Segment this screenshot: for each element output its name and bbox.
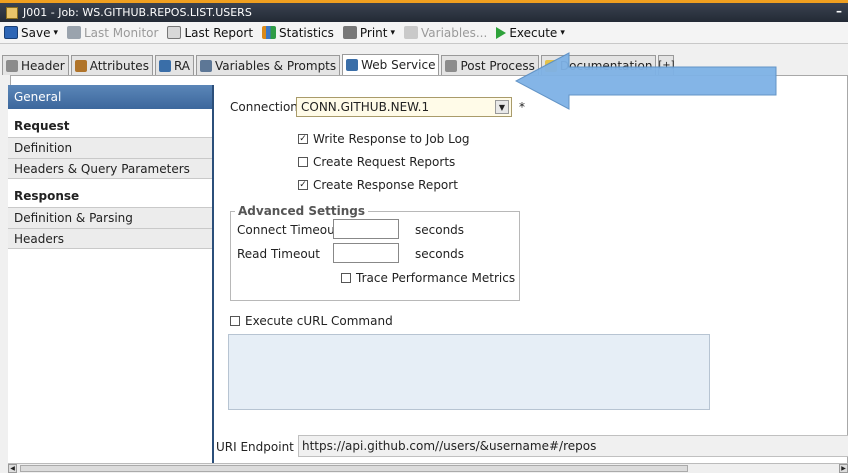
- create-request-reports-checkbox[interactable]: Create Request Reports: [298, 155, 455, 169]
- sidebar-item-headers-query[interactable]: Headers & Query Parameters: [8, 158, 212, 179]
- write-response-label: Write Response to Job Log: [313, 132, 470, 146]
- advanced-settings-group: Advanced Settings Connect Timeout second…: [230, 204, 520, 301]
- sidebar-heading-request: Request: [14, 119, 70, 133]
- read-timeout-label: Read Timeout: [237, 247, 320, 261]
- last-monitor-label: Last Monitor: [84, 25, 159, 40]
- print-button[interactable]: Print ▾: [342, 25, 396, 40]
- web-service-icon: [346, 59, 359, 71]
- attributes-icon: [74, 59, 87, 72]
- report-icon: [167, 26, 182, 39]
- tab-attributes[interactable]: Attributes: [70, 55, 153, 75]
- monitor-icon: [67, 26, 81, 39]
- last-report-label: Last Report: [184, 25, 254, 40]
- checkbox-checked-icon: ✓: [298, 134, 308, 144]
- callout-arrow-icon: [515, 52, 777, 110]
- create-request-reports-label: Create Request Reports: [313, 155, 456, 169]
- scrollbar-thumb[interactable]: [20, 465, 688, 472]
- sidebar-item-general[interactable]: General: [8, 85, 212, 109]
- uri-endpoint-label: URI Endpoint: [216, 440, 294, 454]
- connect-timeout-input[interactable]: [333, 219, 399, 239]
- save-label: Save: [21, 25, 51, 40]
- checkbox-unchecked-icon: [230, 316, 240, 326]
- curl-command-textarea[interactable]: [228, 334, 710, 410]
- chevron-down-icon[interactable]: ▼: [495, 100, 509, 114]
- tab-header[interactable]: Header: [2, 55, 69, 75]
- play-icon: [496, 26, 507, 39]
- last-monitor-button[interactable]: Last Monitor: [67, 26, 158, 40]
- tab-web-service[interactable]: Web Service: [342, 54, 440, 75]
- execute-curl-checkbox[interactable]: Execute cURL Command: [230, 314, 393, 328]
- uri-endpoint-field: https://api.github.com//users/&username#…: [298, 435, 848, 457]
- execute-label: Execute: [509, 25, 558, 40]
- toolbar: Save ▾ Last Monitor Last Report Statisti…: [0, 22, 848, 44]
- window-title-bar: J001 - Job: WS.GITHUB.REPOS.LIST.USERS –: [0, 0, 848, 22]
- variables-icon: [200, 59, 213, 72]
- connection-value: CONN.GITHUB.NEW.1: [301, 100, 430, 114]
- trace-performance-label: Trace Performance Metrics: [356, 271, 516, 285]
- connection-label: Connection: [230, 100, 298, 114]
- tab-label: Variables & Prompts: [215, 58, 337, 73]
- window-title: J001 - Job: WS.GITHUB.REPOS.LIST.USERS: [23, 6, 252, 19]
- tab-label: RA: [173, 58, 191, 73]
- uri-endpoint-value: https://api.github.com//users/&username#…: [302, 439, 597, 453]
- ra-icon: [158, 59, 171, 72]
- header-icon: [6, 59, 18, 72]
- main-panel: Connection CONN.GITHUB.NEW.1 ▼ * ✓ Write…: [216, 85, 848, 463]
- connection-select[interactable]: CONN.GITHUB.NEW.1 ▼: [296, 97, 512, 117]
- tab-label: Attributes: [89, 58, 149, 73]
- variables-label: Variables...: [421, 25, 488, 40]
- post-process-icon: [445, 59, 458, 72]
- execute-button[interactable]: Execute ▾: [496, 26, 565, 40]
- printer-icon: [342, 26, 357, 39]
- seconds-label: seconds: [415, 247, 465, 261]
- scroll-right-icon[interactable]: ▶: [839, 464, 848, 473]
- write-response-checkbox[interactable]: ✓ Write Response to Job Log: [298, 132, 470, 146]
- tab-label: Web Service: [361, 58, 436, 72]
- variables-button[interactable]: Variables...: [404, 26, 487, 40]
- trace-performance-checkbox[interactable]: Trace Performance Metrics: [341, 271, 515, 285]
- create-response-report-label: Create Response Report: [313, 178, 458, 192]
- execute-curl-label: Execute cURL Command: [245, 314, 393, 328]
- checkbox-unchecked-icon: [298, 157, 308, 167]
- sidebar-item-headers[interactable]: Headers: [8, 228, 212, 249]
- last-report-button[interactable]: Last Report: [167, 26, 253, 40]
- minimize-button[interactable]: –: [836, 4, 842, 18]
- seconds-label: seconds: [415, 223, 465, 237]
- sidebar-item-definition[interactable]: Definition: [8, 137, 212, 158]
- save-icon: [4, 26, 18, 39]
- read-timeout-input[interactable]: [333, 243, 399, 263]
- chevron-down-icon[interactable]: ▾: [560, 28, 565, 38]
- save-button[interactable]: Save ▾: [4, 26, 58, 40]
- horizontal-scrollbar[interactable]: ◀ ▶: [8, 463, 848, 473]
- sidebar: General Request Definition Headers & Que…: [8, 85, 214, 463]
- sidebar-heading-response: Response: [14, 189, 80, 203]
- statistics-label: Statistics: [279, 25, 334, 40]
- job-icon: [6, 6, 18, 19]
- chevron-down-icon[interactable]: ▾: [53, 28, 58, 38]
- statistics-button[interactable]: Statistics: [262, 26, 334, 40]
- advanced-settings-title: Advanced Settings: [235, 204, 369, 218]
- sidebar-item-definition-parsing[interactable]: Definition & Parsing: [8, 207, 212, 228]
- create-response-report-checkbox[interactable]: ✓ Create Response Report: [298, 178, 458, 192]
- scroll-left-icon[interactable]: ◀: [8, 464, 17, 473]
- checkbox-checked-icon: ✓: [298, 180, 308, 190]
- tab-variables-prompts[interactable]: Variables & Prompts: [196, 55, 341, 75]
- chevron-down-icon[interactable]: ▾: [391, 28, 396, 38]
- connect-timeout-label: Connect Timeout: [237, 223, 340, 237]
- tab-ra[interactable]: RA: [154, 55, 195, 75]
- variables-icon: [404, 26, 419, 39]
- checkbox-unchecked-icon: [341, 273, 351, 283]
- statistics-icon: [262, 26, 277, 39]
- tab-label: Header: [21, 58, 65, 73]
- print-label: Print: [359, 25, 388, 40]
